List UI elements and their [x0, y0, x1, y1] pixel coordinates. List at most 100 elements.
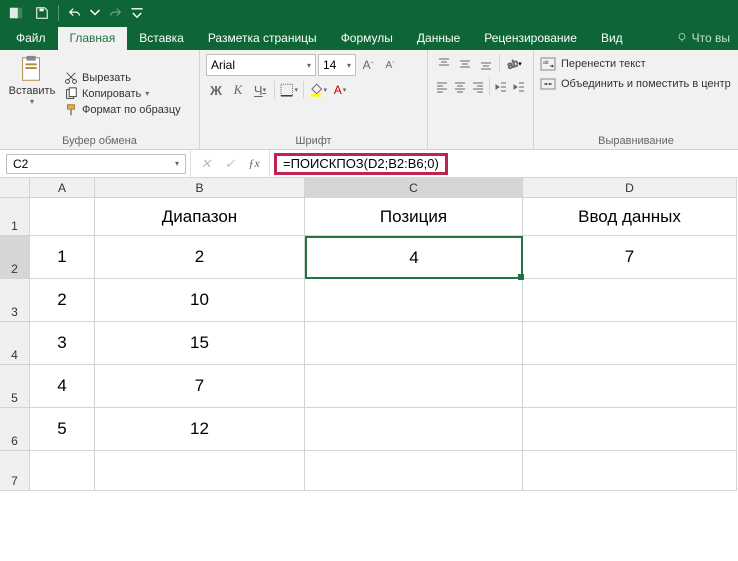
insert-function-button[interactable]: ƒx: [243, 154, 265, 174]
cell-D1[interactable]: Ввод данных: [523, 198, 737, 236]
group-clipboard: Вставить ▾ Вырезать Копировать ▾ Формат …: [0, 50, 200, 149]
align-bottom-button[interactable]: [476, 54, 496, 74]
cell-A6[interactable]: 5: [30, 408, 95, 451]
row-header-3[interactable]: 3: [0, 279, 30, 322]
tab-view[interactable]: Вид: [589, 27, 635, 50]
bold-button[interactable]: Ж: [206, 80, 226, 100]
alignment-group-label: Выравнивание: [540, 133, 732, 147]
cell-B7[interactable]: [95, 451, 305, 491]
font-size-combo[interactable]: 14 ▾: [318, 54, 356, 76]
cell-A1[interactable]: [30, 198, 95, 236]
column-header-C[interactable]: C: [305, 178, 523, 198]
cell-A4[interactable]: 3: [30, 322, 95, 365]
copy-icon: [64, 87, 78, 101]
align-top-button[interactable]: [434, 54, 454, 74]
cell-D7[interactable]: [523, 451, 737, 491]
name-box[interactable]: C2 ▾: [6, 154, 186, 174]
orientation-button[interactable]: ab▾: [503, 54, 523, 74]
format-painter-button[interactable]: Формат по образцу: [64, 103, 181, 117]
cell-A2[interactable]: 1: [30, 236, 95, 279]
merge-center-label: Объединить и поместить в центр: [561, 78, 731, 90]
italic-button[interactable]: К: [228, 80, 248, 100]
brush-icon: [64, 103, 78, 117]
font-group-label: Шрифт: [206, 133, 421, 147]
formula-bar: C2 ▾ ✕ ✓ ƒx =ПОИСКПОЗ(D2;B2:B6;0): [0, 150, 738, 178]
merge-center-button[interactable]: Объединить и поместить в центр: [540, 74, 732, 94]
scissors-icon: [64, 71, 78, 85]
column-header-A[interactable]: A: [30, 178, 95, 198]
borders-button[interactable]: ▾: [279, 80, 299, 100]
tab-formulas[interactable]: Формулы: [329, 27, 405, 50]
cell-C4[interactable]: [305, 322, 523, 365]
align-middle-button[interactable]: [455, 54, 475, 74]
cell-A3[interactable]: 2: [30, 279, 95, 322]
align-center-button[interactable]: [452, 77, 469, 97]
align-right-button[interactable]: [469, 77, 486, 97]
tab-file[interactable]: Файл: [4, 27, 58, 50]
cell-B5[interactable]: 7: [95, 365, 305, 408]
cut-button[interactable]: Вырезать: [64, 71, 181, 85]
save-icon[interactable]: [30, 2, 54, 24]
copy-button[interactable]: Копировать ▾: [64, 87, 181, 101]
tab-page-layout[interactable]: Разметка страницы: [196, 27, 329, 50]
cancel-formula-button: ✕: [195, 154, 217, 174]
cell-D4[interactable]: [523, 322, 737, 365]
fill-color-button[interactable]: ▾: [308, 80, 328, 100]
row-header-1[interactable]: 1: [0, 198, 30, 236]
increase-font-button[interactable]: Aˆ: [358, 55, 378, 75]
tab-data[interactable]: Данные: [405, 27, 472, 50]
cell-C1[interactable]: Позиция: [305, 198, 523, 236]
cell-C7[interactable]: [305, 451, 523, 491]
row-header-4[interactable]: 4: [0, 322, 30, 365]
group-alignment: ab Перенести текст Объединить и поместит…: [534, 50, 738, 149]
qat-customize-icon[interactable]: [129, 2, 145, 24]
chevron-down-icon: ▾: [307, 61, 311, 70]
redo-icon[interactable]: [103, 2, 127, 24]
cell-C6[interactable]: [305, 408, 523, 451]
cell-D3[interactable]: [523, 279, 737, 322]
tell-me[interactable]: Что вы: [664, 27, 738, 50]
group-align-buttons: ab▾: [428, 50, 534, 149]
cell-B4[interactable]: 15: [95, 322, 305, 365]
select-all-corner[interactable]: [0, 178, 30, 198]
cell-D5[interactable]: [523, 365, 737, 408]
tab-insert[interactable]: Вставка: [127, 27, 196, 50]
cell-A7[interactable]: [30, 451, 95, 491]
undo-icon[interactable]: [63, 2, 87, 24]
wrap-text-button[interactable]: ab Перенести текст: [540, 54, 732, 74]
font-name-combo[interactable]: Arial ▾: [206, 54, 316, 76]
cell-B3[interactable]: 10: [95, 279, 305, 322]
cell-D2[interactable]: 7: [523, 236, 737, 279]
enter-formula-button: ✓: [219, 154, 241, 174]
cell-D6[interactable]: [523, 408, 737, 451]
ribbon-tabs: Файл Главная Вставка Разметка страницы Ф…: [0, 26, 738, 50]
align-left-button[interactable]: [434, 77, 451, 97]
font-name-value: Arial: [211, 58, 235, 72]
row-header-5[interactable]: 5: [0, 365, 30, 408]
cell-C5[interactable]: [305, 365, 523, 408]
tab-home[interactable]: Главная: [58, 27, 128, 50]
cell-B2[interactable]: 2: [95, 236, 305, 279]
paste-button[interactable]: Вставить ▾: [6, 54, 58, 133]
cell-C3[interactable]: [305, 279, 523, 322]
tab-review[interactable]: Рецензирование: [472, 27, 589, 50]
column-header-B[interactable]: B: [95, 178, 305, 198]
formula-input[interactable]: =ПОИСКПОЗ(D2;B2:B6;0): [274, 153, 448, 175]
paste-label: Вставить: [9, 85, 56, 97]
merge-icon: [540, 76, 556, 92]
cell-B1[interactable]: Диапазон: [95, 198, 305, 236]
row-header-2[interactable]: 2: [0, 236, 30, 279]
quick-access-toolbar: [0, 0, 738, 26]
row-header-7[interactable]: 7: [0, 451, 30, 491]
underline-button[interactable]: Ч▾: [250, 80, 270, 100]
increase-indent-button[interactable]: [510, 77, 527, 97]
cell-A5[interactable]: 4: [30, 365, 95, 408]
undo-dropdown-icon[interactable]: [89, 2, 101, 24]
decrease-indent-button[interactable]: [493, 77, 510, 97]
cell-B6[interactable]: 12: [95, 408, 305, 451]
font-color-button[interactable]: А ▾: [330, 80, 350, 100]
cell-C2[interactable]: 4: [305, 236, 523, 279]
decrease-font-button[interactable]: Aˇ: [380, 55, 400, 75]
row-header-6[interactable]: 6: [0, 408, 30, 451]
column-header-D[interactable]: D: [523, 178, 737, 198]
